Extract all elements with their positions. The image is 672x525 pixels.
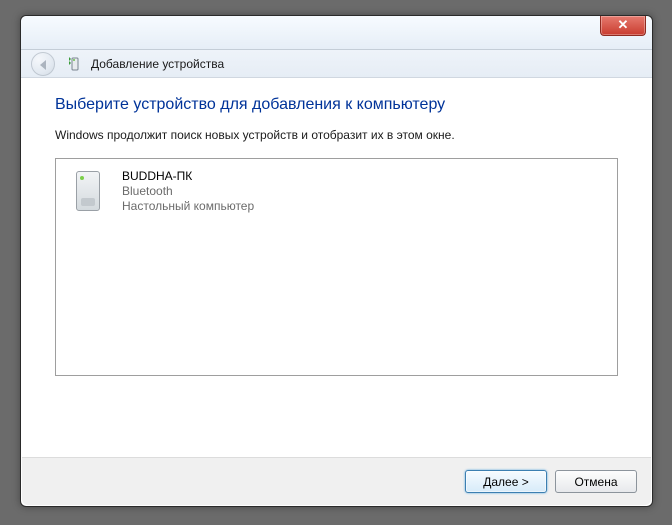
page-heading: Выберите устройство для добавления к ком… bbox=[55, 96, 618, 114]
page-subtext: Windows продолжит поиск новых устройств … bbox=[55, 128, 618, 142]
close-button[interactable]: ✕ bbox=[600, 16, 646, 36]
device-list: BUDDHA-ПК Bluetooth Настольный компьютер bbox=[55, 158, 618, 376]
titlebar: ✕ bbox=[21, 16, 652, 50]
device-item[interactable]: BUDDHA-ПК Bluetooth Настольный компьютер bbox=[62, 165, 342, 217]
device-transport: Bluetooth bbox=[122, 184, 254, 199]
device-type: Настольный компьютер bbox=[122, 199, 254, 214]
add-device-icon bbox=[67, 56, 83, 72]
footer: Далее > Отмена bbox=[22, 457, 651, 505]
device-text: BUDDHA-ПК Bluetooth Настольный компьютер bbox=[122, 167, 254, 215]
close-icon: ✕ bbox=[618, 17, 629, 32]
wizard-window: ✕ Добавление устройства Выберите устройс… bbox=[20, 15, 653, 507]
desktop-computer-icon bbox=[64, 167, 112, 215]
header-row: Добавление устройства bbox=[21, 50, 652, 78]
device-name: BUDDHA-ПК bbox=[122, 169, 254, 184]
wizard-title: Добавление устройства bbox=[91, 57, 224, 71]
back-button[interactable] bbox=[31, 52, 55, 76]
next-button[interactable]: Далее > bbox=[465, 470, 547, 493]
cancel-button[interactable]: Отмена bbox=[555, 470, 637, 493]
content-area: Выберите устройство для добавления к ком… bbox=[21, 78, 652, 452]
